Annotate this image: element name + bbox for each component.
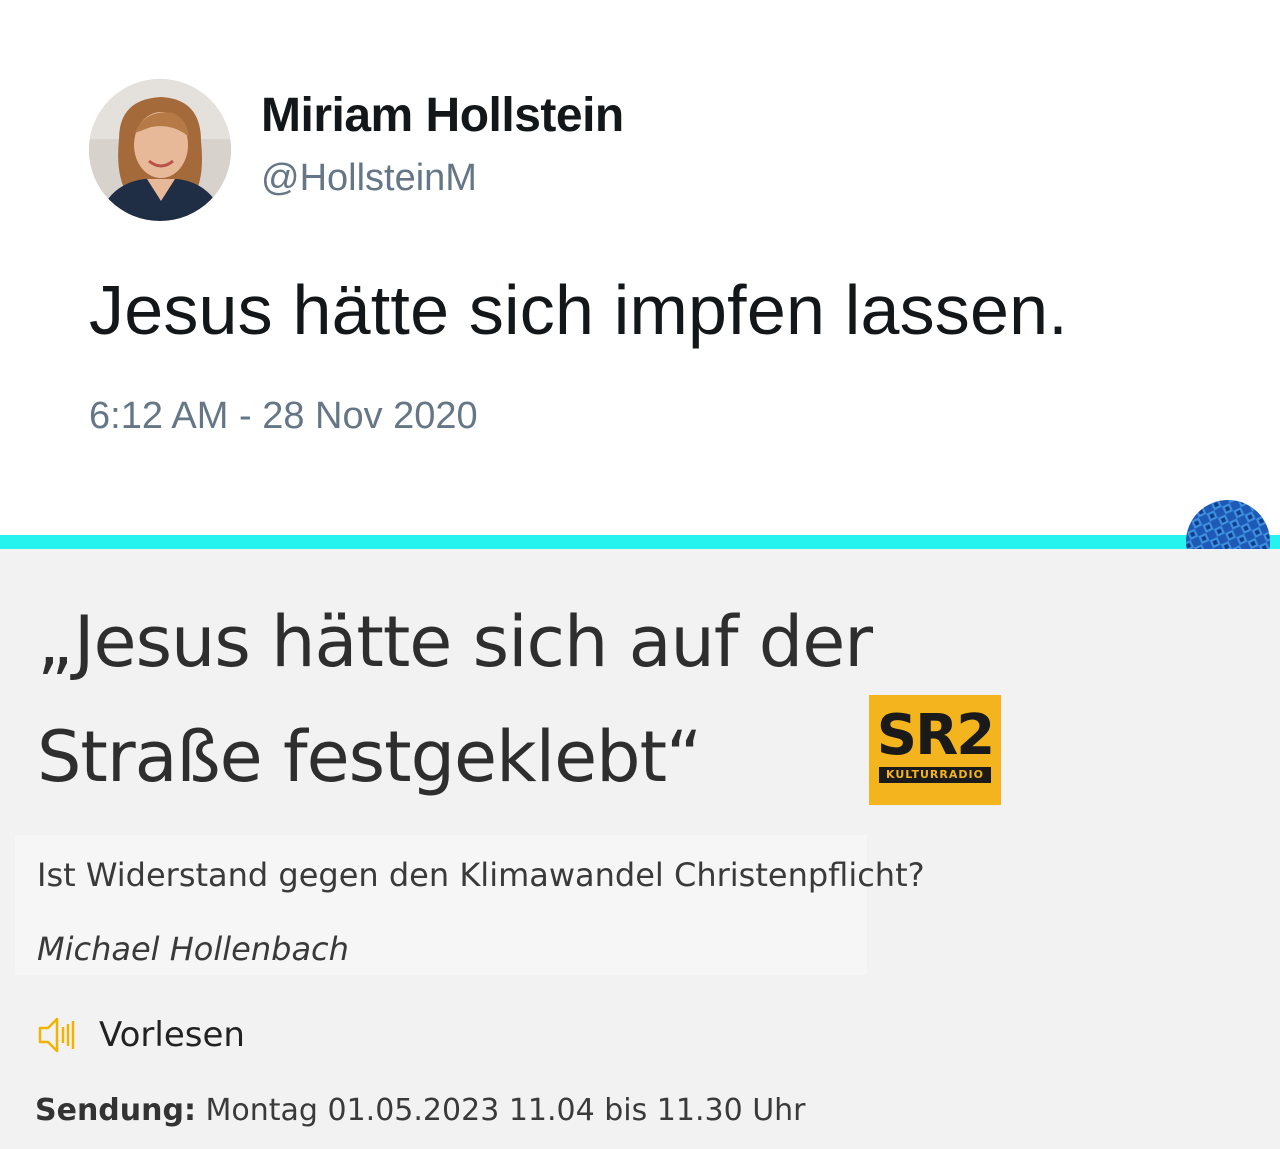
divider-line xyxy=(0,535,1280,549)
article-headline[interactable]: „Jesus hätte sich auf der Straße festgek… xyxy=(37,585,873,815)
article-teaser: Ist Widerstand gegen den Klimawandel Chr… xyxy=(37,856,925,894)
broadcast-info: Sendung: Montag 01.05.2023 11.04 bis 11.… xyxy=(35,1093,806,1128)
tweet-text: Jesus hätte sich impfen lassen. xyxy=(89,271,1068,349)
author-handle[interactable]: @HollsteinM xyxy=(261,157,477,200)
avatar[interactable] xyxy=(89,79,231,221)
logo-main-text: SR2 xyxy=(876,703,995,768)
sr2-kulturradio-logo[interactable]: SR2 KULTURRADIO xyxy=(869,695,1001,805)
author-name[interactable]: Miriam Hollstein xyxy=(261,88,624,143)
tweet-timestamp[interactable]: 6:12 AM - 28 Nov 2020 xyxy=(89,395,478,438)
headline-line-1: „Jesus hätte sich auf der xyxy=(37,601,873,683)
article-author: Michael Hollenbach xyxy=(37,930,349,968)
logo-sub-text: KULTURRADIO xyxy=(879,767,991,783)
broadcast-label: Sendung: xyxy=(35,1093,196,1128)
tweet-card: Miriam Hollstein @HollsteinM Jesus hätte… xyxy=(0,0,1280,535)
headline-line-2: Straße festgeklebt“ xyxy=(37,716,702,798)
article-section: „Jesus hätte sich auf der Straße festgek… xyxy=(0,549,1280,1149)
broadcast-value: Montag 01.05.2023 11.04 bis 11.30 Uhr xyxy=(205,1093,806,1128)
read-aloud-button[interactable]: Vorlesen xyxy=(37,1007,245,1063)
read-aloud-label: Vorlesen xyxy=(99,1015,245,1055)
avatar-photo xyxy=(89,79,231,221)
speaker-icon xyxy=(38,1017,75,1053)
